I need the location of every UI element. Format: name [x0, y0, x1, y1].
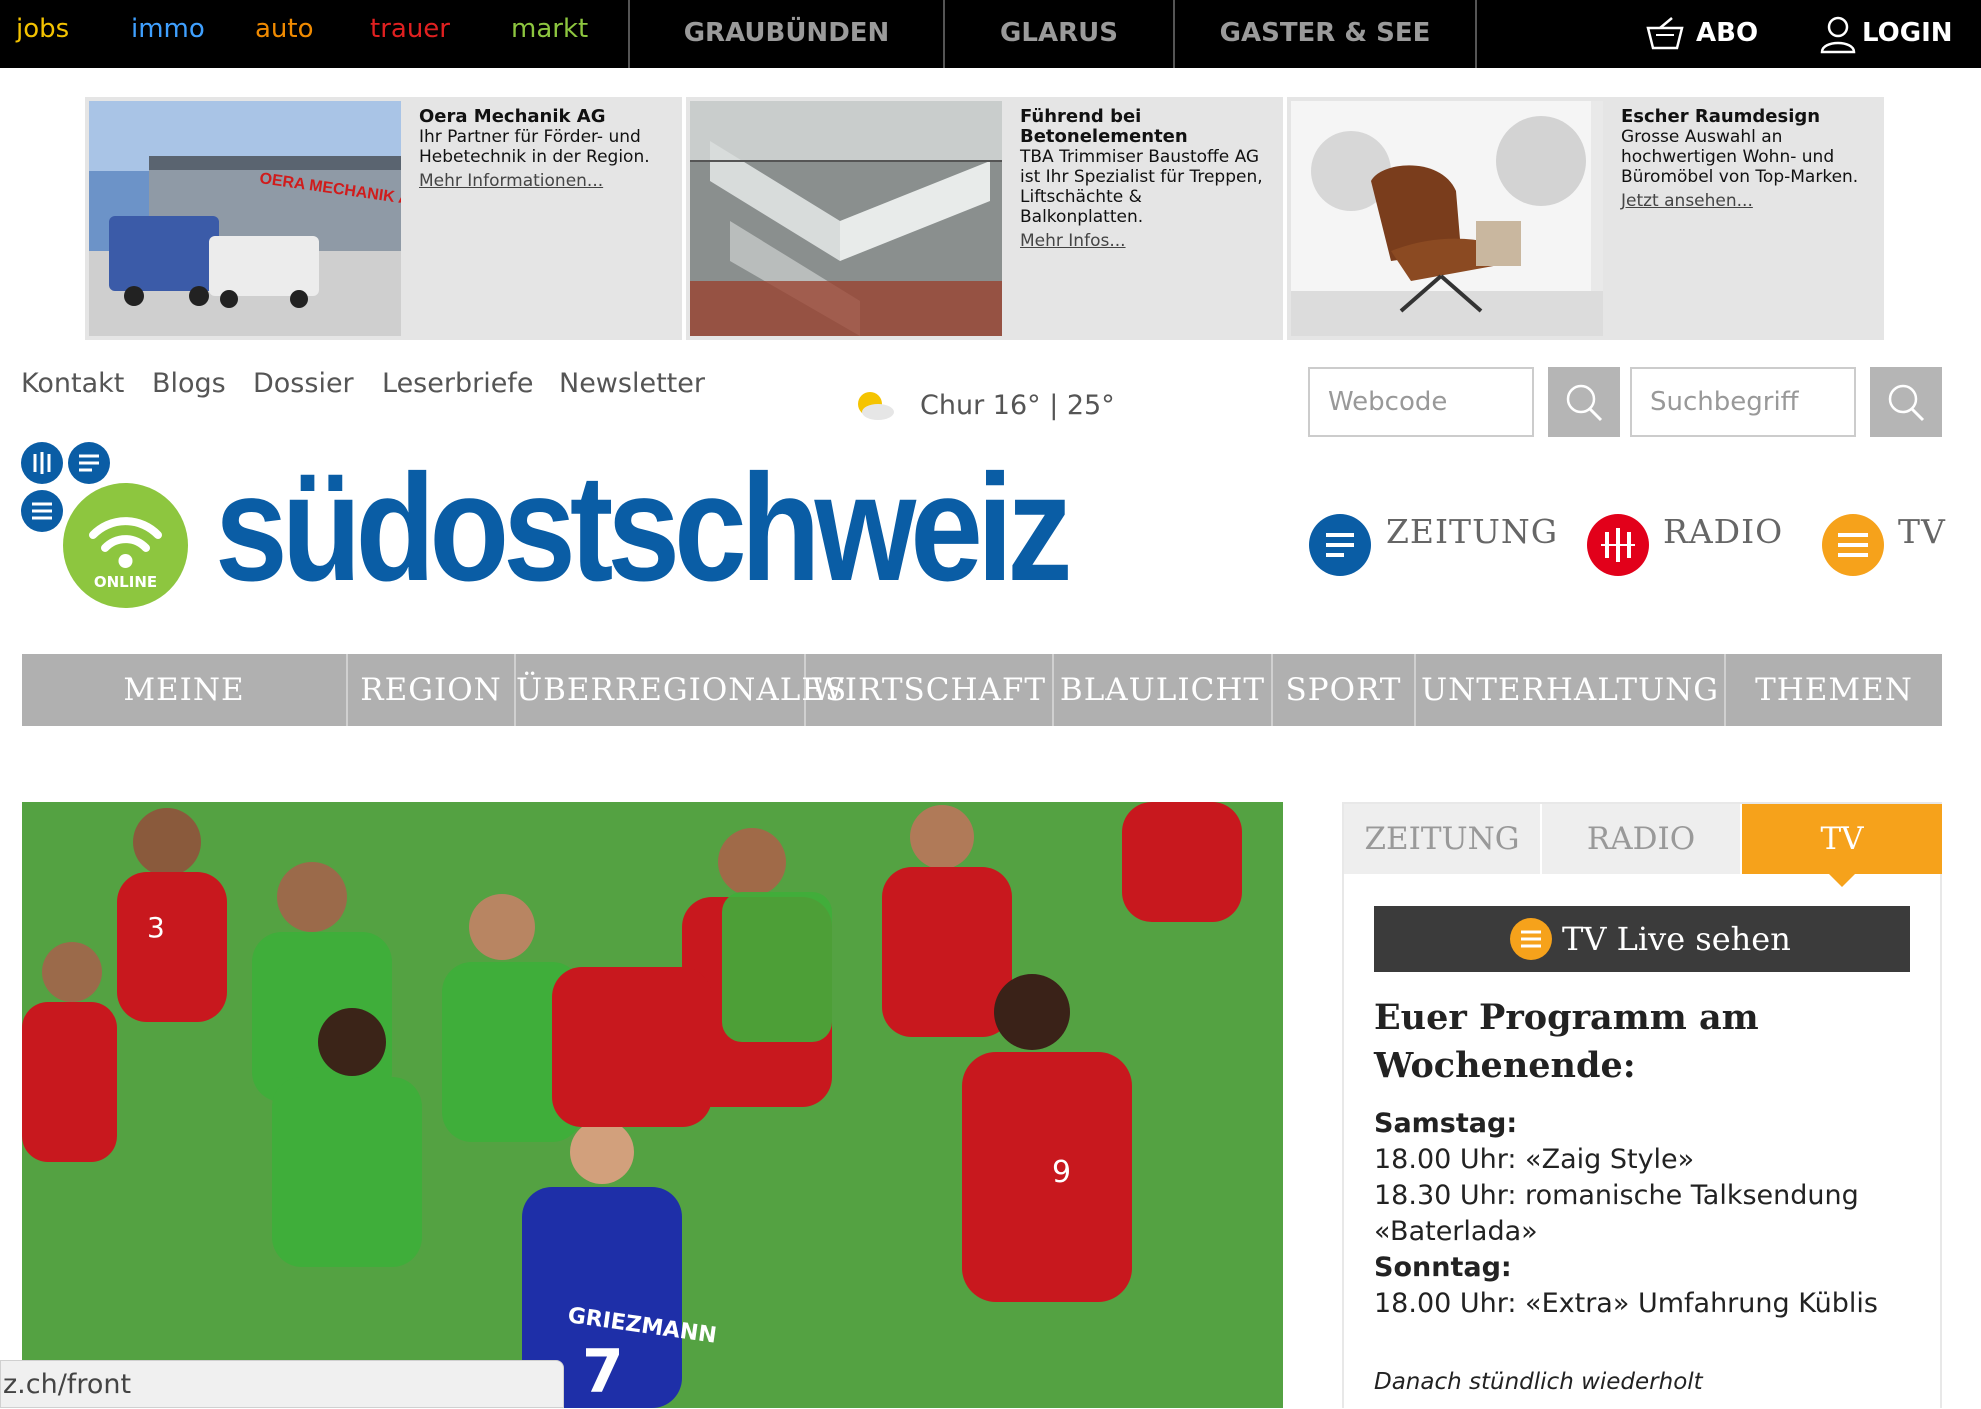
media-label-tv: TV: [1898, 512, 1946, 551]
program-day-samstag: Samstag:: [1374, 1108, 1518, 1139]
program-line: «Baterlada»: [1374, 1216, 1538, 1247]
program-footnote: Danach stündlich wiederholt: [1374, 1369, 1703, 1395]
portal-link-auto[interactable]: auto: [255, 14, 314, 44]
nav-unterhaltung[interactable]: UNTERHALTUNG: [1416, 654, 1726, 726]
wifi-icon: [89, 517, 162, 568]
search-input[interactable]: Suchbegriff: [1630, 367, 1856, 437]
media-label-zeitung: ZEITUNG: [1386, 512, 1559, 551]
sidebar-tab-zeitung[interactable]: ZEITUNG: [1344, 804, 1540, 874]
ad-image-escher: [1291, 101, 1603, 336]
site-logo[interactable]: südostschweiz: [215, 452, 1073, 604]
program-line: 18.00 Uhr: «Extra» Umfahrung Küblis: [1374, 1288, 1878, 1319]
user-icon: [1820, 16, 1856, 53]
subnav-leserbriefe[interactable]: Leserbriefe: [382, 368, 533, 399]
ad-body: Grosse Auswahl an hochwertigen Wohn- und…: [1621, 127, 1859, 187]
weather-readout: Chur 16° | 25°: [920, 390, 1115, 421]
tv-mini-icon[interactable]: [21, 490, 63, 532]
portal-link-immo[interactable]: immo: [131, 14, 205, 44]
nav-meine-gemeinde[interactable]: MEINE GEMEINDE: [22, 654, 348, 780]
tv-icon: [1510, 918, 1552, 960]
ad-image-oera: OERA MECHANIK AG: [89, 101, 401, 336]
subnav-dossier[interactable]: Dossier: [253, 368, 354, 399]
webcode-search-button[interactable]: [1548, 367, 1620, 437]
subnav-kontakt[interactable]: Kontakt: [21, 368, 124, 399]
media-sidebar: ZEITUNG RADIO TV TV Live sehen Euer Prog…: [1342, 802, 1942, 1408]
tv-icon: [1822, 514, 1884, 576]
media-label-radio: RADIO: [1663, 512, 1784, 551]
ad-image-tba: [690, 101, 1002, 336]
ad-body: TBA Trimmiser Baustoffe AG ist Ihr Spezi…: [1020, 147, 1263, 227]
link-status-bar: z.ch/front: [0, 1360, 564, 1408]
program-line: 18.30 Uhr: romanische Talksendung: [1374, 1180, 1859, 1211]
search-icon: [1566, 384, 1603, 422]
nav-blaulicht[interactable]: BLAULICHT: [1054, 654, 1273, 726]
active-tab-pointer: [1829, 874, 1855, 887]
subnav-blogs[interactable]: Blogs: [152, 368, 226, 399]
status-url: z.ch/front: [3, 1369, 132, 1400]
sponsored-teasers: OERA MECHANIK AG Oera Mechanik AG Ihr Pa…: [85, 97, 1885, 340]
main-navigation: MEINE GEMEINDE REGION ÜBERREGIONALES WIR…: [22, 654, 1942, 780]
ad-teaser-tba[interactable]: Führend bei Betonelementen TBA Trimmiser…: [686, 97, 1283, 340]
region-tab-glarus[interactable]: GLARUS: [943, 0, 1173, 68]
zeitung-icon: [1309, 514, 1371, 576]
sidebar-tab-tv[interactable]: TV: [1742, 804, 1942, 874]
search-icon: [1888, 384, 1925, 422]
webcode-input[interactable]: Webcode: [1308, 367, 1534, 437]
nav-themen[interactable]: THEMEN: [1726, 654, 1942, 726]
top-bar: jobs immo auto trauer markt GRAUBÜNDEN G…: [0, 0, 1981, 68]
ad-teaser-escher[interactable]: Escher Raumdesign Grosse Auswahl an hoch…: [1287, 97, 1884, 340]
nav-ueberregionales[interactable]: ÜBERREGIONALES: [516, 654, 846, 726]
login-link[interactable]: LOGIN: [1818, 0, 1953, 68]
ad-more-link[interactable]: Jetzt ansehen...: [1621, 191, 1866, 211]
program-day-sonntag: Sonntag:: [1374, 1252, 1512, 1283]
zeitung-mini-icon[interactable]: [68, 442, 110, 484]
jersey-number-9: 9: [1052, 1155, 1071, 1190]
ad-teaser-oera[interactable]: OERA MECHANIK AG Oera Mechanik AG Ihr Pa…: [85, 97, 682, 340]
ad-title: Oera Mechanik AG: [419, 106, 606, 127]
tv-live-label: TV Live sehen: [1562, 920, 1791, 958]
subnav-newsletter[interactable]: Newsletter: [559, 368, 705, 399]
program-line: 18.00 Uhr: «Zaig Style»: [1374, 1144, 1695, 1175]
ad-title: Führend bei Betonelementen: [1020, 106, 1188, 147]
login-label: LOGIN: [1862, 18, 1953, 48]
program-heading: Euer Programm am Wochenende:: [1374, 997, 1759, 1086]
nav-sport[interactable]: SPORT: [1273, 654, 1416, 726]
hero-image[interactable]: 3 9 GRIEZMANN 7: [22, 802, 1283, 1408]
region-tab-gaster-see[interactable]: GASTER & SEE: [1173, 0, 1477, 68]
ad-body: Ihr Partner für Förder- und Hebetechnik …: [419, 127, 650, 167]
svg-text:7: 7: [582, 1337, 624, 1407]
abo-link[interactable]: ABO: [1644, 0, 1758, 68]
search-button[interactable]: [1870, 367, 1942, 437]
region-tab-graubuenden[interactable]: GRAUBÜNDEN: [628, 0, 943, 68]
online-badge: ONLINE: [63, 483, 188, 608]
portal-link-markt[interactable]: markt: [511, 14, 588, 44]
sidebar-tab-radio[interactable]: RADIO: [1542, 804, 1740, 874]
abo-label: ABO: [1696, 18, 1759, 48]
ad-title: Escher Raumdesign: [1621, 106, 1821, 127]
jersey-number-3: 3: [147, 911, 165, 944]
ad-more-link[interactable]: Mehr Infos...: [1020, 231, 1265, 251]
ad-more-link[interactable]: Mehr Informationen...: [419, 171, 664, 191]
basket-icon: [1646, 16, 1684, 49]
portal-link-jobs[interactable]: jobs: [16, 14, 69, 44]
nav-region[interactable]: REGION: [348, 654, 516, 726]
radio-icon: [1587, 514, 1649, 576]
portal-link-trauer[interactable]: trauer: [370, 14, 450, 44]
nav-wirtschaft[interactable]: WIRTSCHAFT: [806, 654, 1054, 726]
tv-live-button[interactable]: TV Live sehen: [1374, 906, 1910, 972]
radio-mini-icon[interactable]: [21, 442, 63, 484]
online-label: ONLINE: [93, 573, 158, 591]
partly-sunny-icon: [858, 392, 894, 420]
